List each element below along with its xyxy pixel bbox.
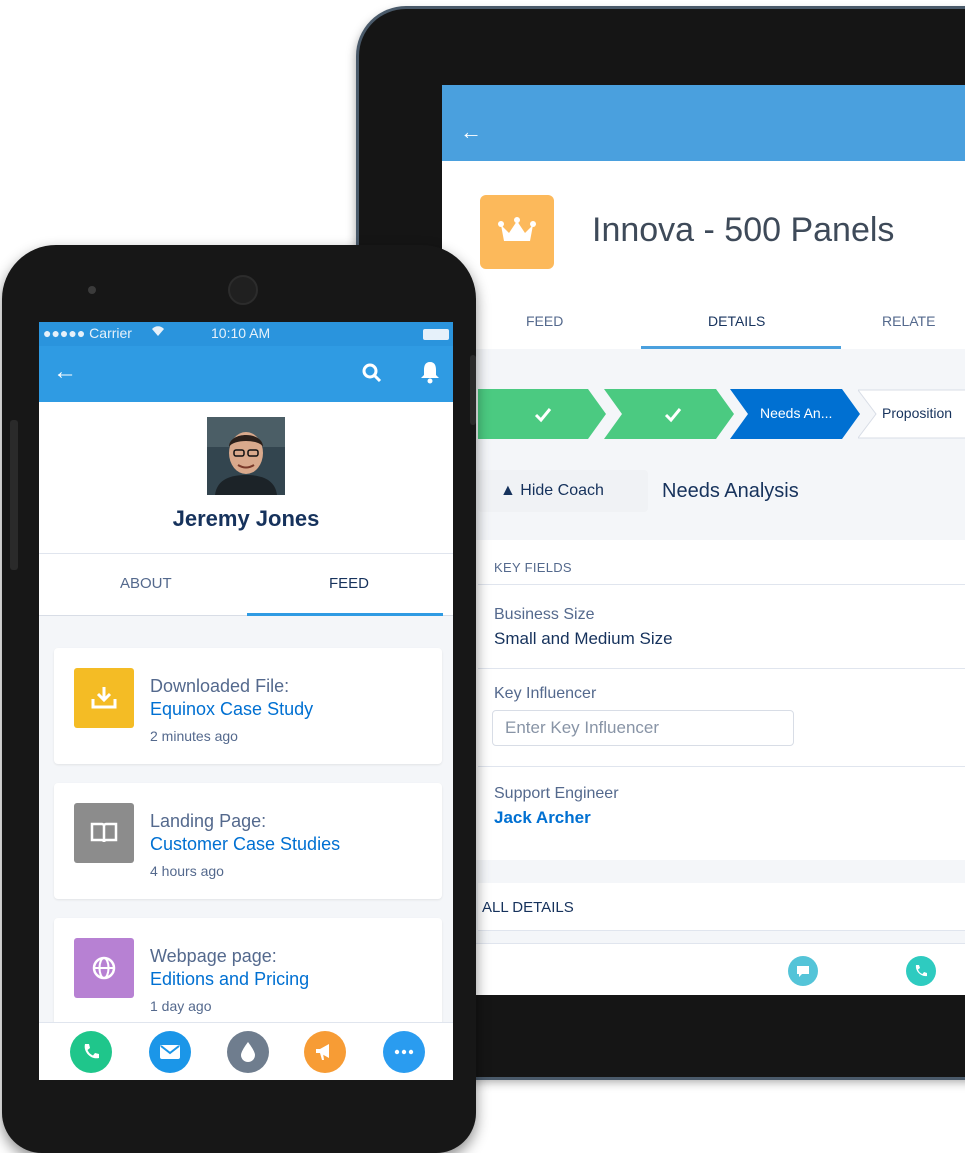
phone-camera [88, 286, 96, 294]
record-tabs: FEED DETAILS RELATE [442, 296, 965, 349]
feed-card-type: Webpage page: [150, 946, 277, 966]
search-icon[interactable] [361, 362, 383, 389]
carrier-label: ●●●●● Carrier [43, 325, 132, 341]
phone-screen: ●●●●● Carrier 10:10 AM ← Jeremy Jones AB… [39, 322, 453, 1080]
status-time: 10:10 AM [211, 325, 271, 341]
phone-icon[interactable] [70, 1031, 112, 1073]
feed-card[interactable]: Downloaded File: Equinox Case Study 2 mi… [54, 648, 442, 764]
divider [478, 584, 965, 585]
chat-icon[interactable] [788, 956, 818, 986]
phone-action-bar [39, 1022, 453, 1080]
drop-icon[interactable] [227, 1031, 269, 1073]
tab-feed[interactable]: FEED [329, 575, 369, 592]
record-title: Innova - 500 Panels [592, 211, 895, 249]
phone-front-sensor [228, 275, 258, 305]
profile-tabs: ABOUT FEED [39, 554, 453, 616]
feed-card-time: 1 day ago [150, 998, 212, 1014]
feed-card-time: 2 minutes ago [150, 728, 238, 744]
profile-name: Jeremy Jones [172, 506, 320, 531]
feed-card-type: Landing Page: [150, 811, 267, 831]
phone-header: ← [39, 346, 453, 402]
tab-about[interactable]: ABOUT [120, 575, 172, 592]
business-size-value: Small and Medium Size [494, 629, 673, 648]
feed-card-type: Downloaded File: [150, 676, 290, 696]
tab-feed[interactable]: FEED [526, 313, 563, 329]
tablet-screen: ← Innova - 500 Panels FEED DETAILS RELAT… [442, 85, 965, 995]
support-engineer-link[interactable]: Jack Archer [494, 808, 591, 828]
coach-stage-name: Needs Analysis [662, 480, 799, 502]
avatar[interactable] [207, 417, 285, 495]
phone-side-button [470, 355, 476, 425]
path-stage-complete-1[interactable] [478, 389, 608, 439]
business-size-label: Business Size [494, 606, 595, 623]
support-engineer-label: Support Engineer [494, 785, 619, 802]
phone-side-button [10, 420, 18, 570]
path-stage-complete-2[interactable] [604, 389, 736, 439]
key-influencer-input[interactable] [492, 710, 794, 746]
wifi-icon [151, 324, 165, 340]
crown-icon [480, 195, 554, 269]
profile-header: Jeremy Jones [39, 402, 453, 554]
bell-icon[interactable] [419, 360, 441, 389]
megaphone-icon[interactable] [304, 1031, 346, 1073]
feed-card-time: 4 hours ago [150, 863, 224, 879]
feed-card[interactable]: Landing Page: Customer Case Studies 4 ho… [54, 783, 442, 899]
feed-card-link[interactable]: Customer Case Studies [150, 834, 340, 855]
divider [478, 766, 965, 767]
battery-icon [423, 329, 449, 340]
feed-card-link[interactable]: Editions and Pricing [150, 969, 309, 990]
path-stage-current-label: Needs An... [760, 405, 833, 421]
tablet-header: ← [442, 85, 965, 161]
all-details-header[interactable]: ALL DETAILS [478, 883, 965, 931]
key-influencer-label: Key Influencer [494, 685, 597, 702]
record-header: Innova - 500 Panels FEED DETAILS RELATE [442, 161, 965, 349]
hide-coach-button[interactable]: ▲ Hide Coach [478, 470, 648, 512]
feed-card-link[interactable]: Equinox Case Study [150, 699, 313, 720]
key-fields-heading: KEY FIELDS [494, 560, 572, 575]
divider [478, 668, 965, 669]
globe-icon [74, 938, 134, 998]
arrow-left-icon[interactable]: ← [53, 360, 77, 384]
key-fields-section: KEY FIELDS Business Size Small and Mediu… [442, 540, 965, 860]
phone-call-icon[interactable] [906, 956, 936, 986]
path-stage-upcoming-label: Proposition [882, 405, 953, 421]
tab-related[interactable]: RELATE [882, 313, 935, 329]
more-icon[interactable] [383, 1031, 425, 1073]
feed-card[interactable]: Webpage page: Editions and Pricing 1 day… [54, 918, 442, 1034]
tablet-action-bar [442, 943, 965, 995]
sales-path: Needs An... Proposition [442, 349, 965, 465]
arrow-left-icon[interactable]: ← [460, 121, 482, 143]
active-tab-indicator [247, 613, 443, 616]
tab-details[interactable]: DETAILS [708, 313, 765, 329]
email-icon[interactable] [149, 1031, 191, 1073]
download-icon [74, 668, 134, 728]
book-icon [74, 803, 134, 863]
status-bar: ●●●●● Carrier 10:10 AM [39, 322, 453, 346]
